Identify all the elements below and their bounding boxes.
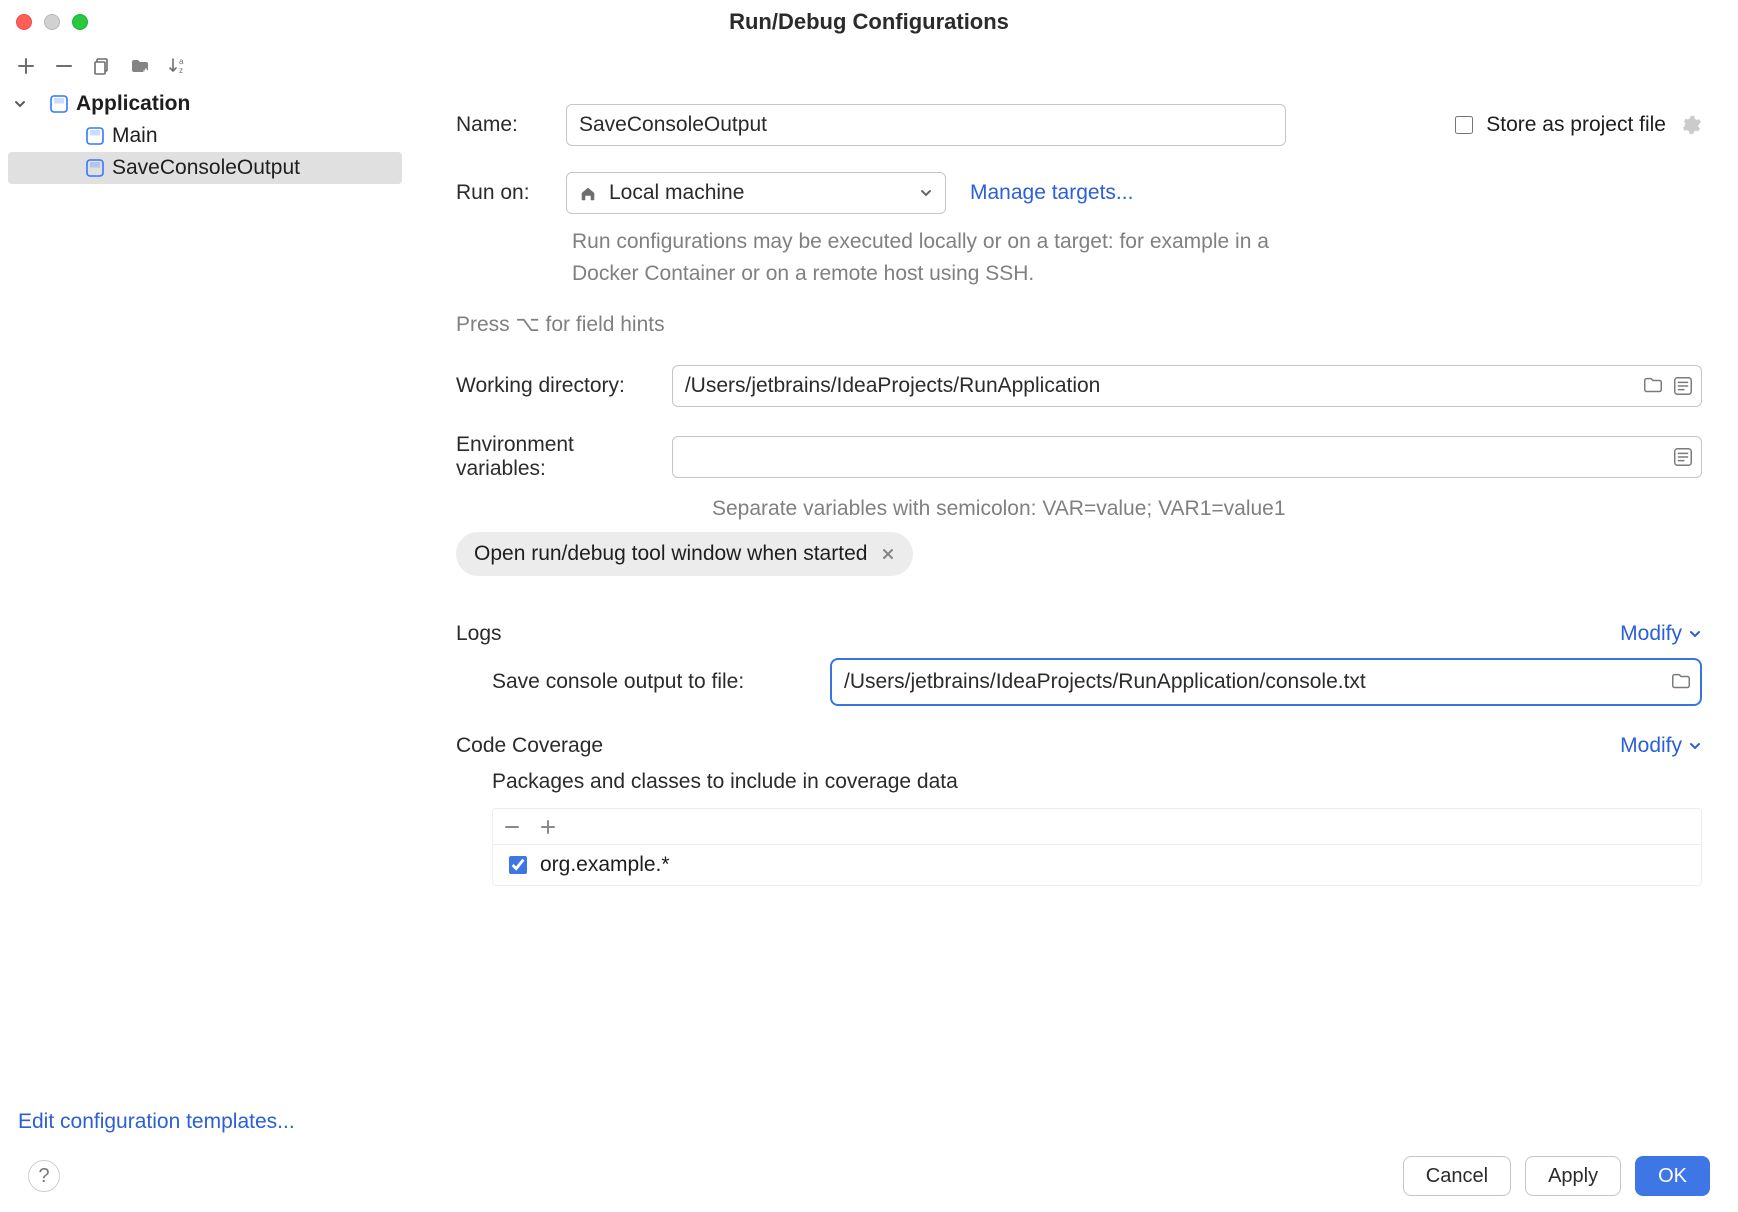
edit-templates-link[interactable]: Edit configuration templates... — [18, 1110, 408, 1134]
working-directory-label: Working directory: — [456, 374, 648, 398]
logs-title: Logs — [456, 622, 502, 646]
runon-label: Run on: — [456, 181, 542, 205]
chip-label: Open run/debug tool window when started — [474, 542, 867, 566]
folder-icon[interactable] — [1642, 375, 1664, 397]
apply-button[interactable]: Apply — [1525, 1156, 1621, 1196]
svg-text:z: z — [179, 66, 183, 75]
store-as-project-file-checkbox[interactable]: Store as project file — [1451, 113, 1666, 137]
env-label: Environment variables: — [456, 433, 648, 481]
sidebar-item-label: SaveConsoleOutput — [112, 156, 300, 180]
sidebar-item-label: Main — [112, 124, 158, 148]
sidebar-item-saveconsoleoutput[interactable]: SaveConsoleOutput — [8, 152, 402, 184]
name-label: Name: — [456, 113, 542, 137]
coverage-subtitle: Packages and classes to include in cover… — [492, 770, 1702, 794]
press-hint: Press ⌥ for field hints — [456, 309, 1702, 341]
content-area: Name: Store as project file Run on: Loca… — [410, 84, 1738, 1130]
run-target-icon — [84, 125, 106, 147]
toolbar: az — [0, 44, 1738, 84]
coverage-modify-link[interactable]: Modify — [1620, 734, 1702, 758]
help-icon[interactable]: ? — [28, 1160, 60, 1192]
coverage-table: org.example.* — [492, 808, 1702, 886]
remove-config-icon[interactable] — [52, 54, 76, 78]
titlebar: Run/Debug Configurations — [0, 0, 1738, 44]
env-input[interactable] — [672, 436, 1702, 478]
save-output-input[interactable] — [830, 658, 1702, 706]
sidebar-group-application[interactable]: Application — [0, 88, 410, 120]
inline-expand-icon[interactable] — [1672, 375, 1694, 397]
inline-expand-icon[interactable] — [1672, 446, 1694, 468]
split-pane: Application Main SaveConsoleOutput Name: — [0, 84, 1738, 1130]
svg-text:a: a — [179, 57, 184, 66]
sidebar-group-label: Application — [76, 92, 190, 116]
close-icon[interactable] — [881, 547, 895, 561]
add-icon[interactable] — [539, 818, 557, 836]
window-title: Run/Debug Configurations — [0, 9, 1738, 35]
sidebar: Application Main SaveConsoleOutput — [0, 84, 410, 1130]
store-checkbox-input[interactable] — [1455, 116, 1473, 134]
remove-icon[interactable] — [503, 818, 521, 836]
folder-config-icon[interactable] — [128, 54, 152, 78]
chevron-down-icon — [10, 94, 30, 114]
dialog-footer: ? Cancel Apply OK — [0, 1140, 1738, 1212]
ok-button[interactable]: OK — [1635, 1156, 1710, 1196]
manage-targets-link[interactable]: Manage targets... — [970, 181, 1133, 205]
runon-hint: Run configurations may be executed local… — [572, 226, 1292, 289]
add-config-icon[interactable] — [14, 54, 38, 78]
run-target-icon — [48, 93, 70, 115]
runon-select[interactable]: Local machine — [566, 172, 946, 214]
name-input[interactable] — [566, 104, 1286, 146]
gear-icon[interactable] — [1680, 114, 1702, 136]
chevron-down-icon — [919, 186, 933, 200]
coverage-row-checkbox[interactable] — [509, 856, 527, 874]
store-checkbox-label: Store as project file — [1486, 113, 1666, 137]
coverage-row-label: org.example.* — [540, 853, 670, 877]
open-tool-window-chip[interactable]: Open run/debug tool window when started — [456, 532, 913, 576]
folder-icon[interactable] — [1670, 671, 1692, 693]
runon-value: Local machine — [609, 181, 744, 205]
env-hint: Separate variables with semicolon: VAR=v… — [712, 493, 1702, 525]
sort-config-icon[interactable]: az — [166, 54, 190, 78]
logs-modify-link[interactable]: Modify — [1620, 622, 1702, 646]
run-target-icon — [84, 157, 106, 179]
home-icon — [579, 184, 597, 202]
copy-config-icon[interactable] — [90, 54, 114, 78]
coverage-row[interactable]: org.example.* — [493, 845, 1701, 885]
coverage-title: Code Coverage — [456, 734, 603, 758]
working-directory-input[interactable] — [672, 365, 1702, 407]
sidebar-item-main[interactable]: Main — [0, 120, 410, 152]
cancel-button[interactable]: Cancel — [1403, 1156, 1511, 1196]
save-output-label: Save console output to file: — [492, 670, 812, 694]
